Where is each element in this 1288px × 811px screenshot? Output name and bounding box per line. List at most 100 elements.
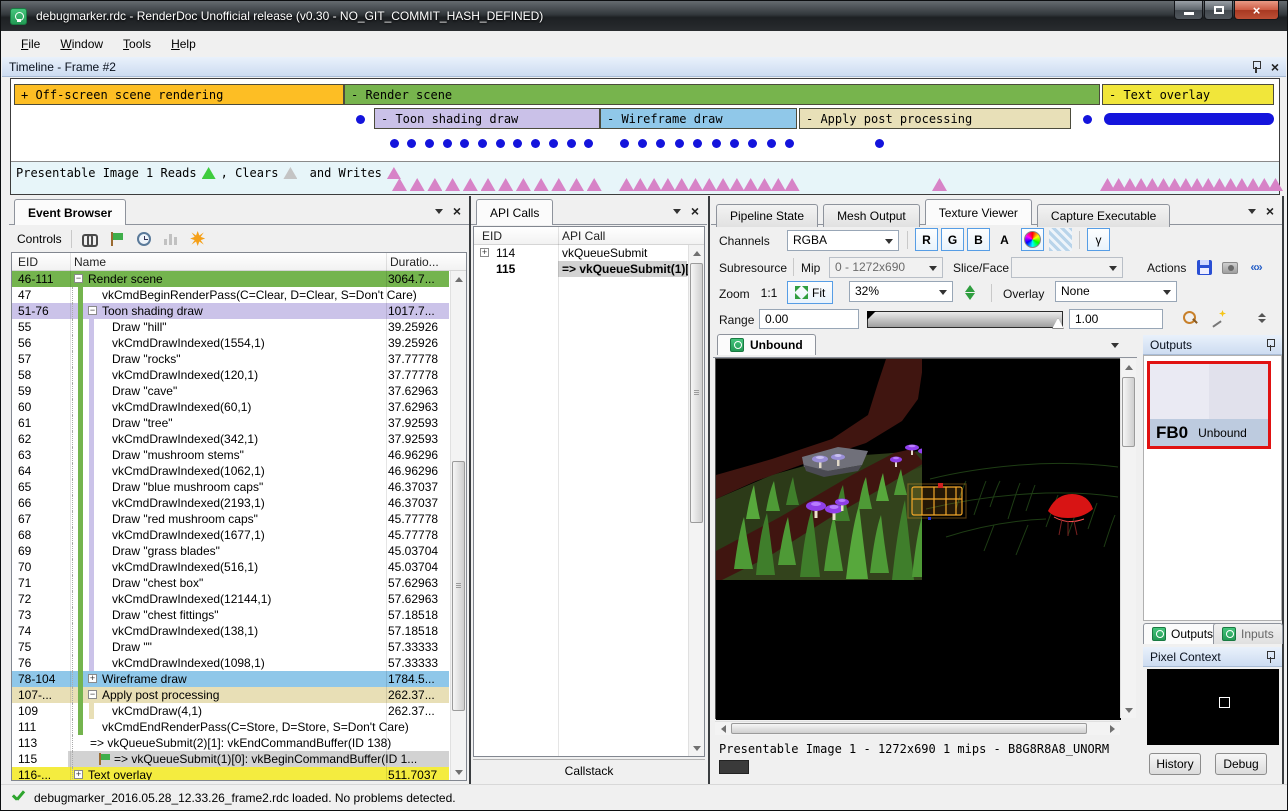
event-row-68[interactable]: 68vkCmdDrawIndexed(1677,1)45.77778 [12,527,449,543]
zoom-select[interactable]: 32% [849,281,953,302]
close-panel-icon[interactable]: × [691,205,699,217]
event-row-109[interactable]: 109vkCmdDraw(4,1)262.37... [12,703,449,719]
open-external-button[interactable] [1221,259,1239,277]
scroll-up-icon[interactable] [693,251,701,256]
channel-alpha-toggle[interactable]: A [993,228,1016,251]
event-row-115[interactable]: 115=> vkQueueSubmit(1)[0]: vkBeginComman… [12,751,449,767]
menu-file[interactable]: File [11,33,50,55]
range-black-handle[interactable] [867,311,876,320]
event-row-63[interactable]: 63Draw "mushroom stems"46.96296 [12,447,449,463]
scroll-down-icon[interactable] [693,746,701,751]
tab-outputs[interactable]: Outputs [1143,623,1222,644]
pin-icon[interactable] [1265,339,1275,351]
api-scrollbar[interactable] [688,245,704,756]
menu-help[interactable]: Help [161,33,206,55]
col-eid[interactable]: EID [18,255,38,269]
event-row-76[interactable]: 76vkCmdDrawIndexed(1098,1)57.33333 [12,655,449,671]
overlay-select[interactable]: None [1055,281,1177,302]
event-row-78-104[interactable]: 78-104+Wireframe draw1784.5... [12,671,449,687]
event-row-74[interactable]: 74vkCmdDrawIndexed(138,1)57.18518 [12,623,449,639]
timeline-section-apply-post-processing[interactable]: - Apply post processing [799,108,1071,129]
event-row-62[interactable]: 62vkCmdDrawIndexed(342,1)37.92593 [12,431,449,447]
texture-viewport[interactable] [715,358,1120,719]
event-row-113[interactable]: 113=> vkQueueSubmit(2)[1]: vkEndCommandB… [12,735,449,751]
event-row-116-...[interactable]: 116-...+Text overlay511.7037 [12,767,449,780]
expand-icon[interactable]: + [74,770,83,779]
close-panel-icon[interactable]: × [1271,61,1279,73]
tab-texture-viewer[interactable]: Texture Viewer [925,199,1032,225]
pin-icon[interactable] [1251,61,1261,73]
menu-tools[interactable]: Tools [113,33,161,55]
range-slider[interactable] [867,311,1063,328]
close-button[interactable]: × [1234,1,1279,20]
event-row-107-...[interactable]: 107-...−Apply post processing262.37... [12,687,449,703]
expand-icon[interactable]: + [480,248,489,257]
range-white-handle[interactable] [1052,318,1064,329]
event-row-46-111[interactable]: 46-111−Render scene3064.7... [12,271,449,287]
range-min-field[interactable]: 0.00 [759,309,859,329]
bookmark-jump-button[interactable] [189,230,207,248]
col-eid[interactable]: EID [482,229,502,243]
chevron-down-icon[interactable] [1248,209,1256,214]
gamma-toggle[interactable]: γ [1087,228,1110,251]
callstack-section[interactable]: Callstack [473,759,705,781]
flip-y-button[interactable] [959,281,981,304]
timeline-section-wireframe-draw[interactable]: - Wireframe draw [600,108,797,129]
timeline-section-render-scene[interactable]: - Render scene [344,84,1100,105]
expand-icon[interactable]: + [88,674,97,683]
event-row-66[interactable]: 66vkCmdDrawIndexed(2193,1)46.37037 [12,495,449,511]
event-row-73[interactable]: 73Draw "chest fittings"57.18518 [12,607,449,623]
zoom-fit-button[interactable]: Fit [787,281,833,304]
save-texture-button[interactable] [1195,258,1213,276]
col-name[interactable]: Name [74,255,106,269]
minimize-button[interactable] [1174,1,1203,20]
event-row-65[interactable]: 65Draw "blue mushroom caps"46.37037 [12,479,449,495]
tab-unbound-texture[interactable]: Unbound [717,334,816,355]
channel-green-toggle[interactable]: G [941,228,964,251]
scroll-down-icon[interactable] [455,770,463,775]
event-row-59[interactable]: 59Draw "cave"37.62963 [12,383,449,399]
view-code-button[interactable]: «» [1247,258,1265,276]
history-button[interactable]: History [1149,753,1201,775]
event-row-70[interactable]: 70vkCmdDrawIndexed(516,1)45.03704 [12,559,449,575]
event-row-71[interactable]: 71Draw "chest box"57.62963 [12,575,449,591]
event-row-60[interactable]: 60vkCmdDrawIndexed(60,1)37.62963 [12,399,449,415]
channels-select[interactable]: RGBA [787,230,899,251]
zoom-1to1-button[interactable]: 1:1 [755,281,783,304]
viewport-hscrollbar[interactable] [715,721,1120,735]
colorwheel-toggle[interactable] [1021,228,1044,251]
tab-capture-executable[interactable]: Capture Executable [1037,204,1170,227]
event-row-51-76[interactable]: 51-76−Toon shading draw1017.7... [12,303,449,319]
close-panel-icon[interactable]: × [1266,205,1274,217]
timeline-section-off-screen-scene-rendering[interactable]: + Off-screen scene rendering [14,84,344,105]
splitter[interactable] [708,196,710,784]
bookmark-button[interactable] [108,230,126,248]
restore-button[interactable] [1204,1,1233,20]
scrollbar-thumb[interactable] [690,263,703,523]
channel-blue-toggle[interactable]: B [967,228,990,251]
event-table-header[interactable]: EID Name Duratio... [12,253,466,271]
slice-face-select[interactable] [1011,257,1123,278]
tab-api-calls[interactable]: API Calls [476,199,553,225]
col-api-call[interactable]: API Call [562,229,605,243]
collapse-icon[interactable]: − [88,690,97,699]
collapse-controls-button[interactable] [1255,309,1269,327]
chevron-down-icon[interactable] [435,209,443,214]
scrollbar-thumb[interactable] [452,461,465,711]
event-row-56[interactable]: 56vkCmdDrawIndexed(1554,1)39.25926 [12,335,449,351]
autofit-range-button[interactable] [1209,309,1227,327]
event-row-47[interactable]: 47vkCmdBeginRenderPass(C=Clear, D=Clear,… [12,287,449,303]
event-row-57[interactable]: 57Draw "rocks"37.77778 [12,351,449,367]
chevron-down-icon[interactable] [673,209,681,214]
find-button[interactable] [81,230,99,248]
scroll-up-icon[interactable] [455,277,463,282]
mip-select[interactable]: 0 - 1272x690 [829,257,943,278]
collapse-icon[interactable]: − [74,274,83,283]
tab-mesh-output[interactable]: Mesh Output [823,204,920,227]
timeline-section-text-overlay[interactable]: - Text overlay [1102,84,1274,105]
time-draws-button[interactable] [135,230,153,248]
texture-list-dropdown-icon[interactable] [1111,343,1119,348]
tab-inputs[interactable]: Inputs [1213,623,1283,644]
event-row-111[interactable]: 111vkCmdEndRenderPass(C=Store, D=Store, … [12,719,449,735]
event-row-67[interactable]: 67Draw "red mushroom caps"45.77778 [12,511,449,527]
